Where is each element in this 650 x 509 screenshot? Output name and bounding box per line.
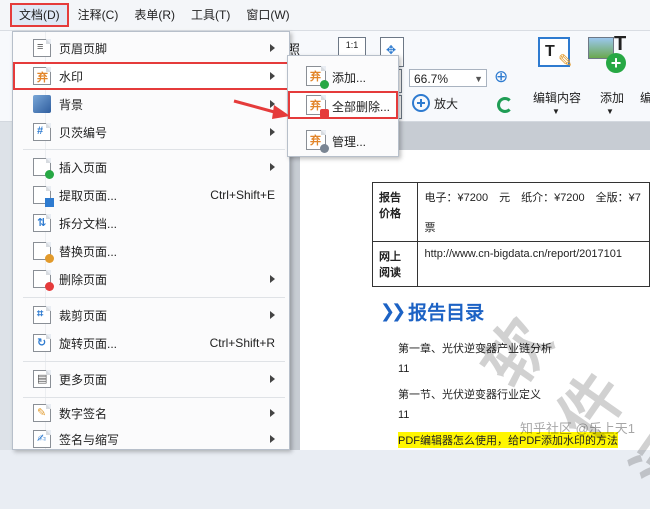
menu-item-label: 拆分文档... (59, 216, 118, 231)
menu-tools[interactable]: 工具(T) (184, 3, 237, 27)
insert-page-icon (33, 158, 54, 179)
menu-item-label: 数字签名 (59, 406, 108, 421)
more-pages-icon: ▤ (33, 370, 51, 388)
price-text-2: 票 (424, 222, 436, 234)
zoom-value: 66.7% (414, 72, 449, 86)
watermark-submenu: 弃 添加... 弃 全部删除... 弃 管理... (287, 55, 399, 157)
submenu-arrow-icon (270, 128, 275, 136)
menu-item-more-pages[interactable]: ▤ 更多页面 (13, 365, 289, 393)
menu-item-label: 删除页面 (59, 272, 108, 287)
menu-item-sign-initials[interactable]: ✍ 签名与缩写 (13, 425, 289, 453)
menu-item-label: 水印 (59, 69, 84, 84)
doc-line: 11 (398, 363, 410, 375)
menu-separator (23, 149, 285, 150)
submenu-arrow-icon (270, 311, 275, 319)
menu-window[interactable]: 窗口(W) (239, 3, 296, 27)
rotate-page-icon: ↻ (33, 334, 51, 352)
menu-item-shortcut: Ctrl+Shift+R (209, 336, 275, 350)
menu-item-split-document[interactable]: ⇅ 拆分文档... (13, 209, 289, 237)
add-image-icon[interactable]: T + (588, 33, 626, 73)
submenu-item-add[interactable]: 弃 添加... (288, 62, 398, 90)
table-key: 网上阅读 (371, 241, 419, 287)
crop-icon: ⌗ (33, 306, 51, 324)
header-footer-icon: ≡ (33, 39, 51, 57)
menu-item-insert-pages[interactable]: 插入页面 (13, 153, 289, 181)
toc-title: ❯❯ 报告目录 (380, 298, 484, 325)
menu-separator (23, 361, 285, 362)
remove-watermark-icon: 弃 (306, 95, 329, 118)
chevron-down-icon: ▼ (474, 74, 483, 84)
bates-number-icon: # (33, 123, 51, 141)
menu-item-label: 插入页面 (59, 160, 108, 175)
document-menu: ≡ 页眉页脚 弃 水印 背景 # 贝茨编号 插入页面 提取页面... Ctrl+… (12, 31, 290, 450)
zoom-tool-icon[interactable]: ⊕ (494, 67, 508, 87)
submenu-item-label: 添加... (332, 71, 367, 85)
extract-page-icon (33, 186, 54, 207)
background-icon (33, 95, 51, 113)
doc-line: 11 (398, 409, 410, 421)
submenu-arrow-icon (270, 275, 275, 283)
price-text: 电子：¥7200 元 纸介：¥7200 全版：¥7 (424, 192, 641, 204)
submenu-item-manage[interactable]: 弃 管理... (288, 126, 398, 154)
credit-text: 知乎社区 @乐上天1 (520, 421, 636, 436)
menu-item-label: 页眉页脚 (59, 41, 108, 56)
menu-item-digital-signature[interactable]: ✎ 数字签名 (13, 399, 289, 427)
menu-item-label: 替换页面... (59, 244, 118, 259)
double-chevron-icon: ❯❯ (380, 301, 406, 321)
table-key: 报告价格 (371, 182, 419, 242)
split-document-icon: ⇅ (33, 214, 51, 232)
edit-content-label[interactable]: 编辑内容 (533, 89, 581, 106)
add-watermark-icon: 弃 (306, 66, 329, 89)
submenu-arrow-icon (270, 72, 275, 80)
toc-title-text: 报告目录 (408, 303, 485, 324)
submenu-item-label: 全部删除... (332, 100, 391, 114)
menubar: 文档(D) 注释(C) 表单(R) 工具(T) 窗口(W) (0, 0, 650, 31)
menu-item-watermark[interactable]: 弃 水印 (13, 62, 289, 90)
menu-comment[interactable]: 注释(C) (71, 3, 126, 27)
menu-item-label: 更多页面 (59, 372, 108, 387)
manage-watermark-icon: 弃 (306, 130, 329, 153)
add-label[interactable]: 添加 (600, 89, 624, 106)
menu-item-extract-pages[interactable]: 提取页面... Ctrl+Shift+E (13, 181, 289, 209)
edit-label-cut[interactable]: 编 (640, 89, 650, 106)
menu-item-label: 裁剪页面 (59, 308, 108, 323)
menu-item-shortcut: Ctrl+Shift+E (210, 188, 275, 202)
menu-separator (23, 397, 285, 398)
menu-item-rotate-pages[interactable]: ↻ 旋转页面... Ctrl+Shift+R (13, 329, 289, 357)
submenu-arrow-icon (270, 435, 275, 443)
replace-page-icon (33, 242, 54, 263)
watermark-icon: 弃 (33, 67, 51, 85)
delete-page-icon (33, 270, 54, 291)
menu-item-label: 贝茨编号 (59, 125, 108, 140)
digital-signature-icon: ✎ (33, 404, 51, 422)
zoom-select[interactable]: 66.7% ▼ (409, 69, 487, 87)
menu-item-label: 签名与缩写 (59, 432, 120, 447)
menu-separator (23, 297, 285, 298)
submenu-arrow-icon (270, 375, 275, 383)
menu-item-replace-pages[interactable]: 替换页面... (13, 237, 289, 265)
zoom-in-icon (412, 94, 430, 112)
menu-item-label: 旋转页面... (59, 336, 118, 351)
submenu-arrow-icon (270, 163, 275, 171)
zoom-in-label: 放大 (434, 96, 459, 111)
chevron-down-icon: ▼ (606, 107, 614, 116)
submenu-arrow-icon (270, 44, 275, 52)
chevron-down-icon: ▼ (552, 107, 560, 116)
menu-item-crop-pages[interactable]: ⌗ 裁剪页面 (13, 301, 289, 329)
menu-item-delete-pages[interactable]: 删除页面 (13, 265, 289, 293)
red-arrow-annotation (233, 99, 290, 119)
sign-initials-icon: ✍ (33, 430, 51, 448)
menu-form[interactable]: 表单(R) (127, 3, 182, 27)
zoom-in-button[interactable]: 放大 (412, 94, 458, 112)
submenu-item-label: 管理... (332, 135, 367, 149)
edit-content-icon[interactable]: T ✎ (536, 35, 574, 73)
table-value: 电子：¥7200 元 纸介：¥7200 全版：¥7 票 (417, 182, 650, 242)
menu-item-label: 背景 (59, 97, 84, 112)
rotate-left-icon[interactable] (497, 97, 513, 113)
submenu-item-remove-all[interactable]: 弃 全部删除... (288, 91, 398, 119)
menu-item-header-footer[interactable]: ≡ 页眉页脚 (13, 34, 289, 62)
menu-item-label: 提取页面... (59, 188, 118, 203)
menu-document[interactable]: 文档(D) (10, 3, 69, 27)
submenu-arrow-icon (270, 409, 275, 417)
